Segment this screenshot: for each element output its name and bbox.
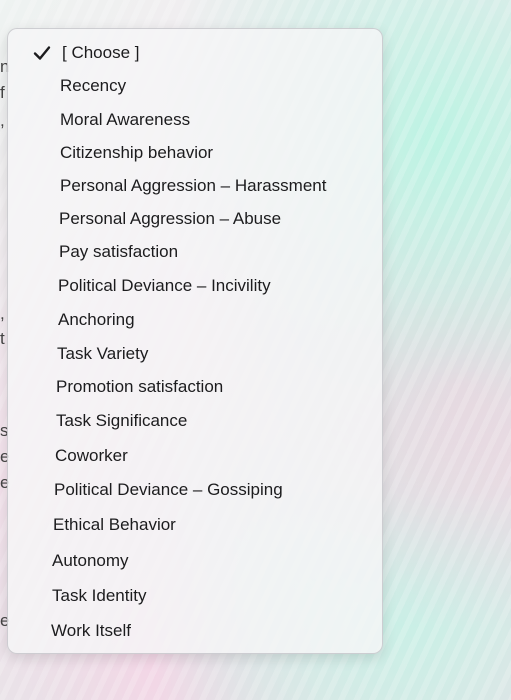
menu-item-choose[interactable]: [ Choose ]	[62, 39, 140, 67]
menu-item-pay-satisfaction[interactable]: Pay satisfaction	[59, 238, 178, 266]
background-text-fragment: t	[0, 329, 5, 348]
menu-item-work-itself[interactable]: Work Itself	[51, 617, 131, 645]
menu-item-task-identity[interactable]: Task Identity	[52, 582, 147, 610]
menu-item-personal-aggression-abuse[interactable]: Personal Aggression – Abuse	[59, 205, 281, 233]
menu-item-promotion-satisfaction[interactable]: Promotion satisfaction	[56, 373, 223, 401]
menu-item-political-deviance-gossiping[interactable]: Political Deviance – Gossiping	[54, 476, 283, 504]
menu-item-citizenship-behavior[interactable]: Citizenship behavior	[60, 139, 213, 167]
menu-item-political-deviance-incivility[interactable]: Political Deviance – Incivility	[58, 272, 271, 300]
menu-item-anchoring[interactable]: Anchoring	[58, 306, 135, 334]
menu-item-moral-awareness[interactable]: Moral Awareness	[60, 106, 190, 134]
background-text-fragment: ,	[0, 111, 5, 130]
menu-item-recency[interactable]: Recency	[60, 72, 126, 100]
menu-item-coworker[interactable]: Coworker	[55, 442, 128, 470]
menu-item-task-variety[interactable]: Task Variety	[57, 340, 148, 368]
background-text-fragment: ,	[0, 304, 5, 323]
menu-item-task-significance[interactable]: Task Significance	[56, 407, 187, 435]
menu-item-personal-aggression-harassment[interactable]: Personal Aggression – Harassment	[60, 172, 326, 200]
checkmark-icon	[32, 43, 52, 63]
menu-item-autonomy[interactable]: Autonomy	[52, 547, 129, 575]
menu-item-ethical-behavior[interactable]: Ethical Behavior	[53, 511, 176, 539]
dropdown-menu: [ Choose ] Recency Moral Awareness Citiz…	[7, 28, 383, 654]
background-text-fragment: f	[0, 83, 5, 102]
